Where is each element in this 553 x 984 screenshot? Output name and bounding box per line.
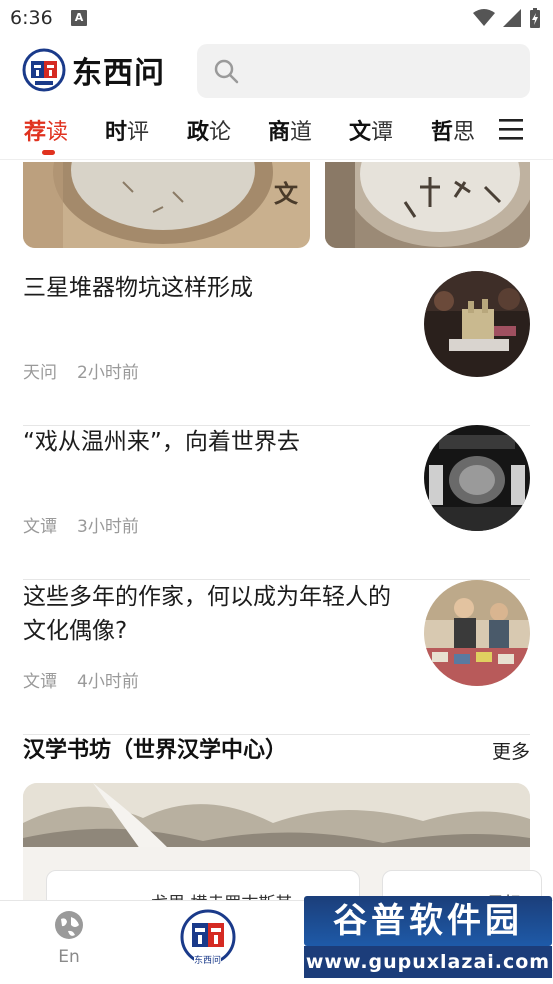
nav-english[interactable]: En	[50, 909, 88, 967]
tab-label-rest: 谭	[371, 120, 394, 145]
article-item[interactable]: “戏从温州来”，向着世界去 文谭 3小时前	[23, 425, 530, 580]
menu-icon[interactable]	[498, 114, 524, 144]
dongxiwen-logo-icon	[22, 48, 66, 92]
feature-card-image-right[interactable]	[325, 162, 530, 248]
article-time: 3小时前	[77, 517, 139, 537]
article-title[interactable]: 这些多年的作家，何以成为年轻人的文化偶像?	[23, 580, 393, 648]
article-thumbnail[interactable]	[424, 425, 530, 531]
tab-label-rest: 评	[127, 120, 150, 145]
opera-stage-image	[424, 425, 530, 531]
app-logo[interactable]: 东西问	[22, 48, 165, 92]
more-link[interactable]: 更多	[492, 737, 530, 764]
watermark-url: www.gupuxlazai.com	[304, 946, 552, 978]
nav-english-label: En	[58, 947, 80, 967]
signal-icon	[503, 9, 521, 27]
tab-shangdao[interactable]: 商道	[268, 114, 312, 146]
article-source: 天问	[23, 363, 57, 383]
status-bar: 6:36 A	[0, 0, 553, 36]
article-source: 文谭	[23, 517, 57, 537]
bookstore-image	[424, 580, 530, 686]
article-time: 4小时前	[77, 672, 139, 692]
ancient-oracle-bone-image	[23, 162, 310, 248]
tab-jiandu[interactable]: 荐读	[24, 114, 68, 146]
section-title: 汉学书坊（世界汉学中心）	[23, 738, 288, 763]
oracle-bone-script-image	[325, 162, 530, 248]
tab-wentan[interactable]: 文谭	[349, 114, 393, 146]
tab-label-rest: 思	[453, 120, 476, 145]
section-header: 汉学书坊（世界汉学中心） 更多	[23, 732, 530, 766]
tab-label-first: 荐	[24, 120, 47, 145]
status-icons	[473, 8, 541, 28]
active-tab-indicator	[42, 150, 55, 155]
watermark-title: 谷普软件园	[304, 896, 552, 946]
article-meta: 文谭 4小时前	[23, 667, 139, 692]
category-tabs: 荐读 时评 政论 商道 文谭 哲思	[0, 104, 553, 160]
tab-label-rest: 论	[209, 120, 232, 145]
globe-icon	[55, 911, 83, 939]
search-input[interactable]	[247, 62, 527, 80]
article-meta: 文谭 3小时前	[23, 512, 139, 537]
article-time: 2小时前	[77, 363, 139, 383]
search-box[interactable]	[197, 44, 530, 98]
watermark-overlay: 谷普软件园 www.gupuxlazai.com	[304, 896, 552, 980]
feature-card-overlay-text: 文	[274, 179, 298, 208]
tab-label-rest: 道	[290, 120, 313, 145]
feature-card-image-left[interactable]: 文	[23, 162, 310, 248]
app-title: 东西问	[72, 56, 165, 91]
article-thumbnail[interactable]	[424, 271, 530, 377]
article-thumbnail[interactable]	[424, 580, 530, 686]
wifi-icon	[473, 9, 495, 26]
sanxingdui-exhibit-image	[424, 271, 530, 377]
tab-label-first: 政	[187, 120, 210, 145]
tab-zhesi[interactable]: 哲思	[431, 114, 475, 146]
article-title[interactable]: “戏从温州来”，向着世界去	[23, 425, 393, 459]
search-icon	[214, 59, 239, 84]
nav-home-badge: 东西问	[194, 953, 222, 966]
article-source: 文谭	[23, 672, 57, 692]
tab-label-first: 哲	[431, 120, 454, 145]
tab-label-first: 文	[349, 120, 372, 145]
battery-icon	[530, 8, 540, 28]
a-notification-icon: A	[71, 10, 87, 26]
tab-label-first: 商	[268, 120, 291, 145]
article-meta: 天问 2小时前	[23, 358, 139, 383]
status-time: 6:36	[10, 7, 53, 29]
nav-home[interactable]: 东西问	[180, 909, 236, 969]
tab-label-rest: 读	[46, 120, 69, 145]
tab-shiping[interactable]: 时评	[105, 114, 149, 146]
tab-label-first: 时	[105, 120, 128, 145]
tab-zhenglun[interactable]: 政论	[187, 114, 231, 146]
article-item[interactable]: 这些多年的作家，何以成为年轻人的文化偶像? 文谭 4小时前	[23, 580, 530, 735]
article-item[interactable]: 三星堆器物坑这样形成 天问 2小时前	[23, 271, 530, 426]
app-header: 东西问	[0, 40, 553, 104]
article-title[interactable]: 三星堆器物坑这样形成	[23, 271, 393, 305]
